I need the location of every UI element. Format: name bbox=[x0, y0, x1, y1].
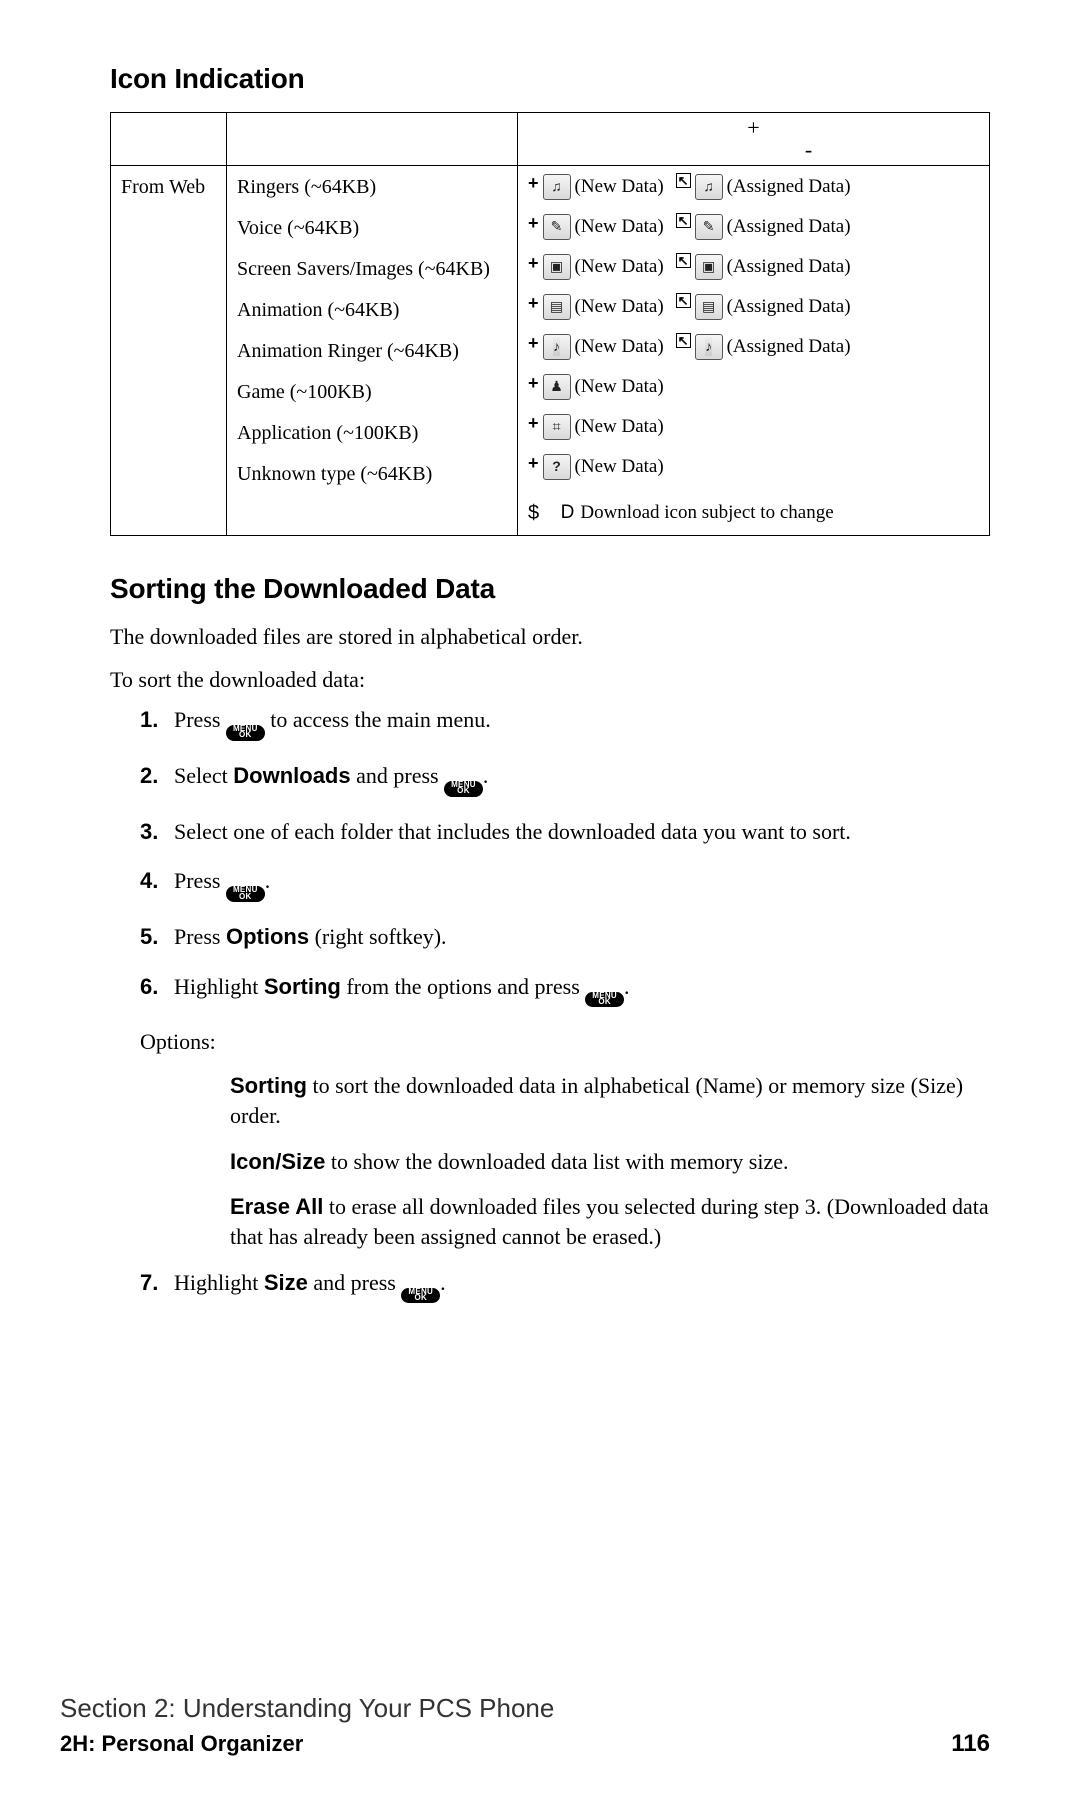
menu-ok-icon: MENUOK bbox=[226, 725, 265, 741]
assigned-data-label: (Assigned Data) bbox=[727, 254, 851, 280]
step-2: Select Downloads and press MENUOK. bbox=[174, 761, 990, 797]
header-plus: + bbox=[528, 117, 979, 139]
icon-row: + (New Data) ↖ (Assigned Data) bbox=[528, 254, 979, 280]
plus-icon: + bbox=[528, 174, 539, 192]
plus-icon: + bbox=[528, 254, 539, 272]
menu-ok-icon: MENUOK bbox=[226, 886, 265, 902]
assigned-data-label: (Assigned Data) bbox=[727, 334, 851, 360]
sort-intro-2: To sort the downloaded data: bbox=[110, 665, 990, 695]
menu-ok-icon: MENUOK bbox=[585, 992, 624, 1008]
plus-icon: + bbox=[528, 374, 539, 392]
type-label: Animation Ringer (~64KB) bbox=[237, 338, 507, 365]
new-data-label: (New Data) bbox=[575, 214, 664, 240]
icons-column: + (New Data) ↖ (Assigned Data) + (New Data) ↖ (… bbox=[518, 165, 990, 535]
plus-icon: + bbox=[528, 214, 539, 232]
type-label: Application (~100KB) bbox=[237, 420, 507, 447]
image-icon bbox=[543, 254, 571, 280]
new-data-label: (New Data) bbox=[575, 174, 664, 200]
sort-intro-1: The downloaded files are stored in alpha… bbox=[110, 622, 990, 652]
assigned-badge-icon: ↖ bbox=[676, 213, 691, 228]
game-icon bbox=[543, 374, 571, 400]
menu-ok-icon: MENUOK bbox=[401, 1288, 440, 1304]
icon-footnote: $ D Download icon subject to change bbox=[528, 494, 979, 527]
anim-icon bbox=[543, 294, 571, 320]
assigned-data-label: (Assigned Data) bbox=[727, 214, 851, 240]
step-3: Select one of each folder that includes … bbox=[174, 817, 990, 847]
plus-icon: + bbox=[528, 334, 539, 352]
heading-sorting: Sorting the Downloaded Data bbox=[110, 570, 990, 608]
app-icon bbox=[543, 414, 571, 440]
footer-section-title: Section 2: Understanding Your PCS Phone bbox=[60, 1691, 990, 1726]
new-data-label: (New Data) bbox=[575, 294, 664, 320]
type-label: Screen Savers/Images (~64KB) bbox=[237, 256, 507, 283]
icon-indication-table: + - From Web Ringers (~64KB) Voice (~64KB… bbox=[110, 112, 990, 536]
unknown-icon bbox=[543, 454, 571, 480]
new-data-label: (New Data) bbox=[575, 254, 664, 280]
icon-row: + (New Data) ↖ (Assigned Data) bbox=[528, 294, 979, 320]
icon-row: + (New Data) bbox=[528, 454, 979, 480]
icon-row: + (New Data) ↖ (Assigned Data) bbox=[528, 174, 979, 200]
icon-row: + (New Data) bbox=[528, 374, 979, 400]
step-7: Highlight Size and press MENUOK. bbox=[174, 1268, 990, 1304]
icon-row: + (New Data) bbox=[528, 414, 979, 440]
options-block: Sorting to sort the downloaded data in a… bbox=[230, 1071, 990, 1251]
header-minus: - bbox=[638, 139, 979, 161]
new-data-label: (New Data) bbox=[575, 374, 664, 400]
assigned-badge-icon: ↖ bbox=[676, 333, 691, 348]
assigned-badge-icon: ↖ bbox=[676, 293, 691, 308]
type-label: Ringers (~64KB) bbox=[237, 174, 507, 201]
new-data-label: (New Data) bbox=[575, 334, 664, 360]
aring-icon bbox=[543, 334, 571, 360]
assigned-data-label: (Assigned Data) bbox=[727, 294, 851, 320]
music-icon bbox=[695, 174, 723, 200]
aring-icon bbox=[695, 334, 723, 360]
options-label: Options: bbox=[140, 1027, 990, 1057]
source-cell: From Web bbox=[111, 165, 227, 535]
step-1: Press MENUOK to access the main menu. bbox=[174, 705, 990, 741]
plus-icon: + bbox=[528, 454, 539, 472]
icon-row: + (New Data) ↖ (Assigned Data) bbox=[528, 334, 979, 360]
step-4: Press MENUOK. bbox=[174, 866, 990, 902]
assigned-badge-icon: ↖ bbox=[676, 253, 691, 268]
type-label: Unknown type (~64KB) bbox=[237, 461, 507, 488]
icon-row: + (New Data) ↖ (Assigned Data) bbox=[528, 214, 979, 240]
types-column: Ringers (~64KB) Voice (~64KB) Screen Saver… bbox=[227, 165, 518, 535]
page-number: 116 bbox=[951, 1728, 990, 1760]
sort-steps: 1. Press MENUOK to access the main menu.… bbox=[140, 705, 990, 1008]
menu-ok-icon: MENUOK bbox=[444, 781, 483, 797]
image-icon bbox=[695, 254, 723, 280]
type-label: Game (~100KB) bbox=[237, 379, 507, 406]
music-icon bbox=[543, 174, 571, 200]
new-data-label: (New Data) bbox=[575, 454, 664, 480]
plus-icon: + bbox=[528, 414, 539, 432]
footer-subsection: 2H: Personal Organizer bbox=[60, 1729, 303, 1759]
step-6: Highlight Sorting from the options and p… bbox=[174, 972, 990, 1008]
step-5: Press Options (right softkey). bbox=[174, 922, 990, 952]
type-label: Voice (~64KB) bbox=[237, 215, 507, 242]
voice-icon bbox=[695, 214, 723, 240]
new-data-label: (New Data) bbox=[575, 414, 664, 440]
anim-icon bbox=[695, 294, 723, 320]
manual-page: Icon Indication + - From Web Ringers (~6… bbox=[0, 0, 1080, 1800]
page-footer: Section 2: Understanding Your PCS Phone … bbox=[60, 1691, 990, 1760]
type-label: Animation (~64KB) bbox=[237, 297, 507, 324]
voice-icon bbox=[543, 214, 571, 240]
assigned-badge-icon: ↖ bbox=[676, 173, 691, 188]
heading-icon-indication: Icon Indication bbox=[110, 60, 990, 98]
assigned-data-label: (Assigned Data) bbox=[727, 174, 851, 200]
plus-icon: + bbox=[528, 294, 539, 312]
